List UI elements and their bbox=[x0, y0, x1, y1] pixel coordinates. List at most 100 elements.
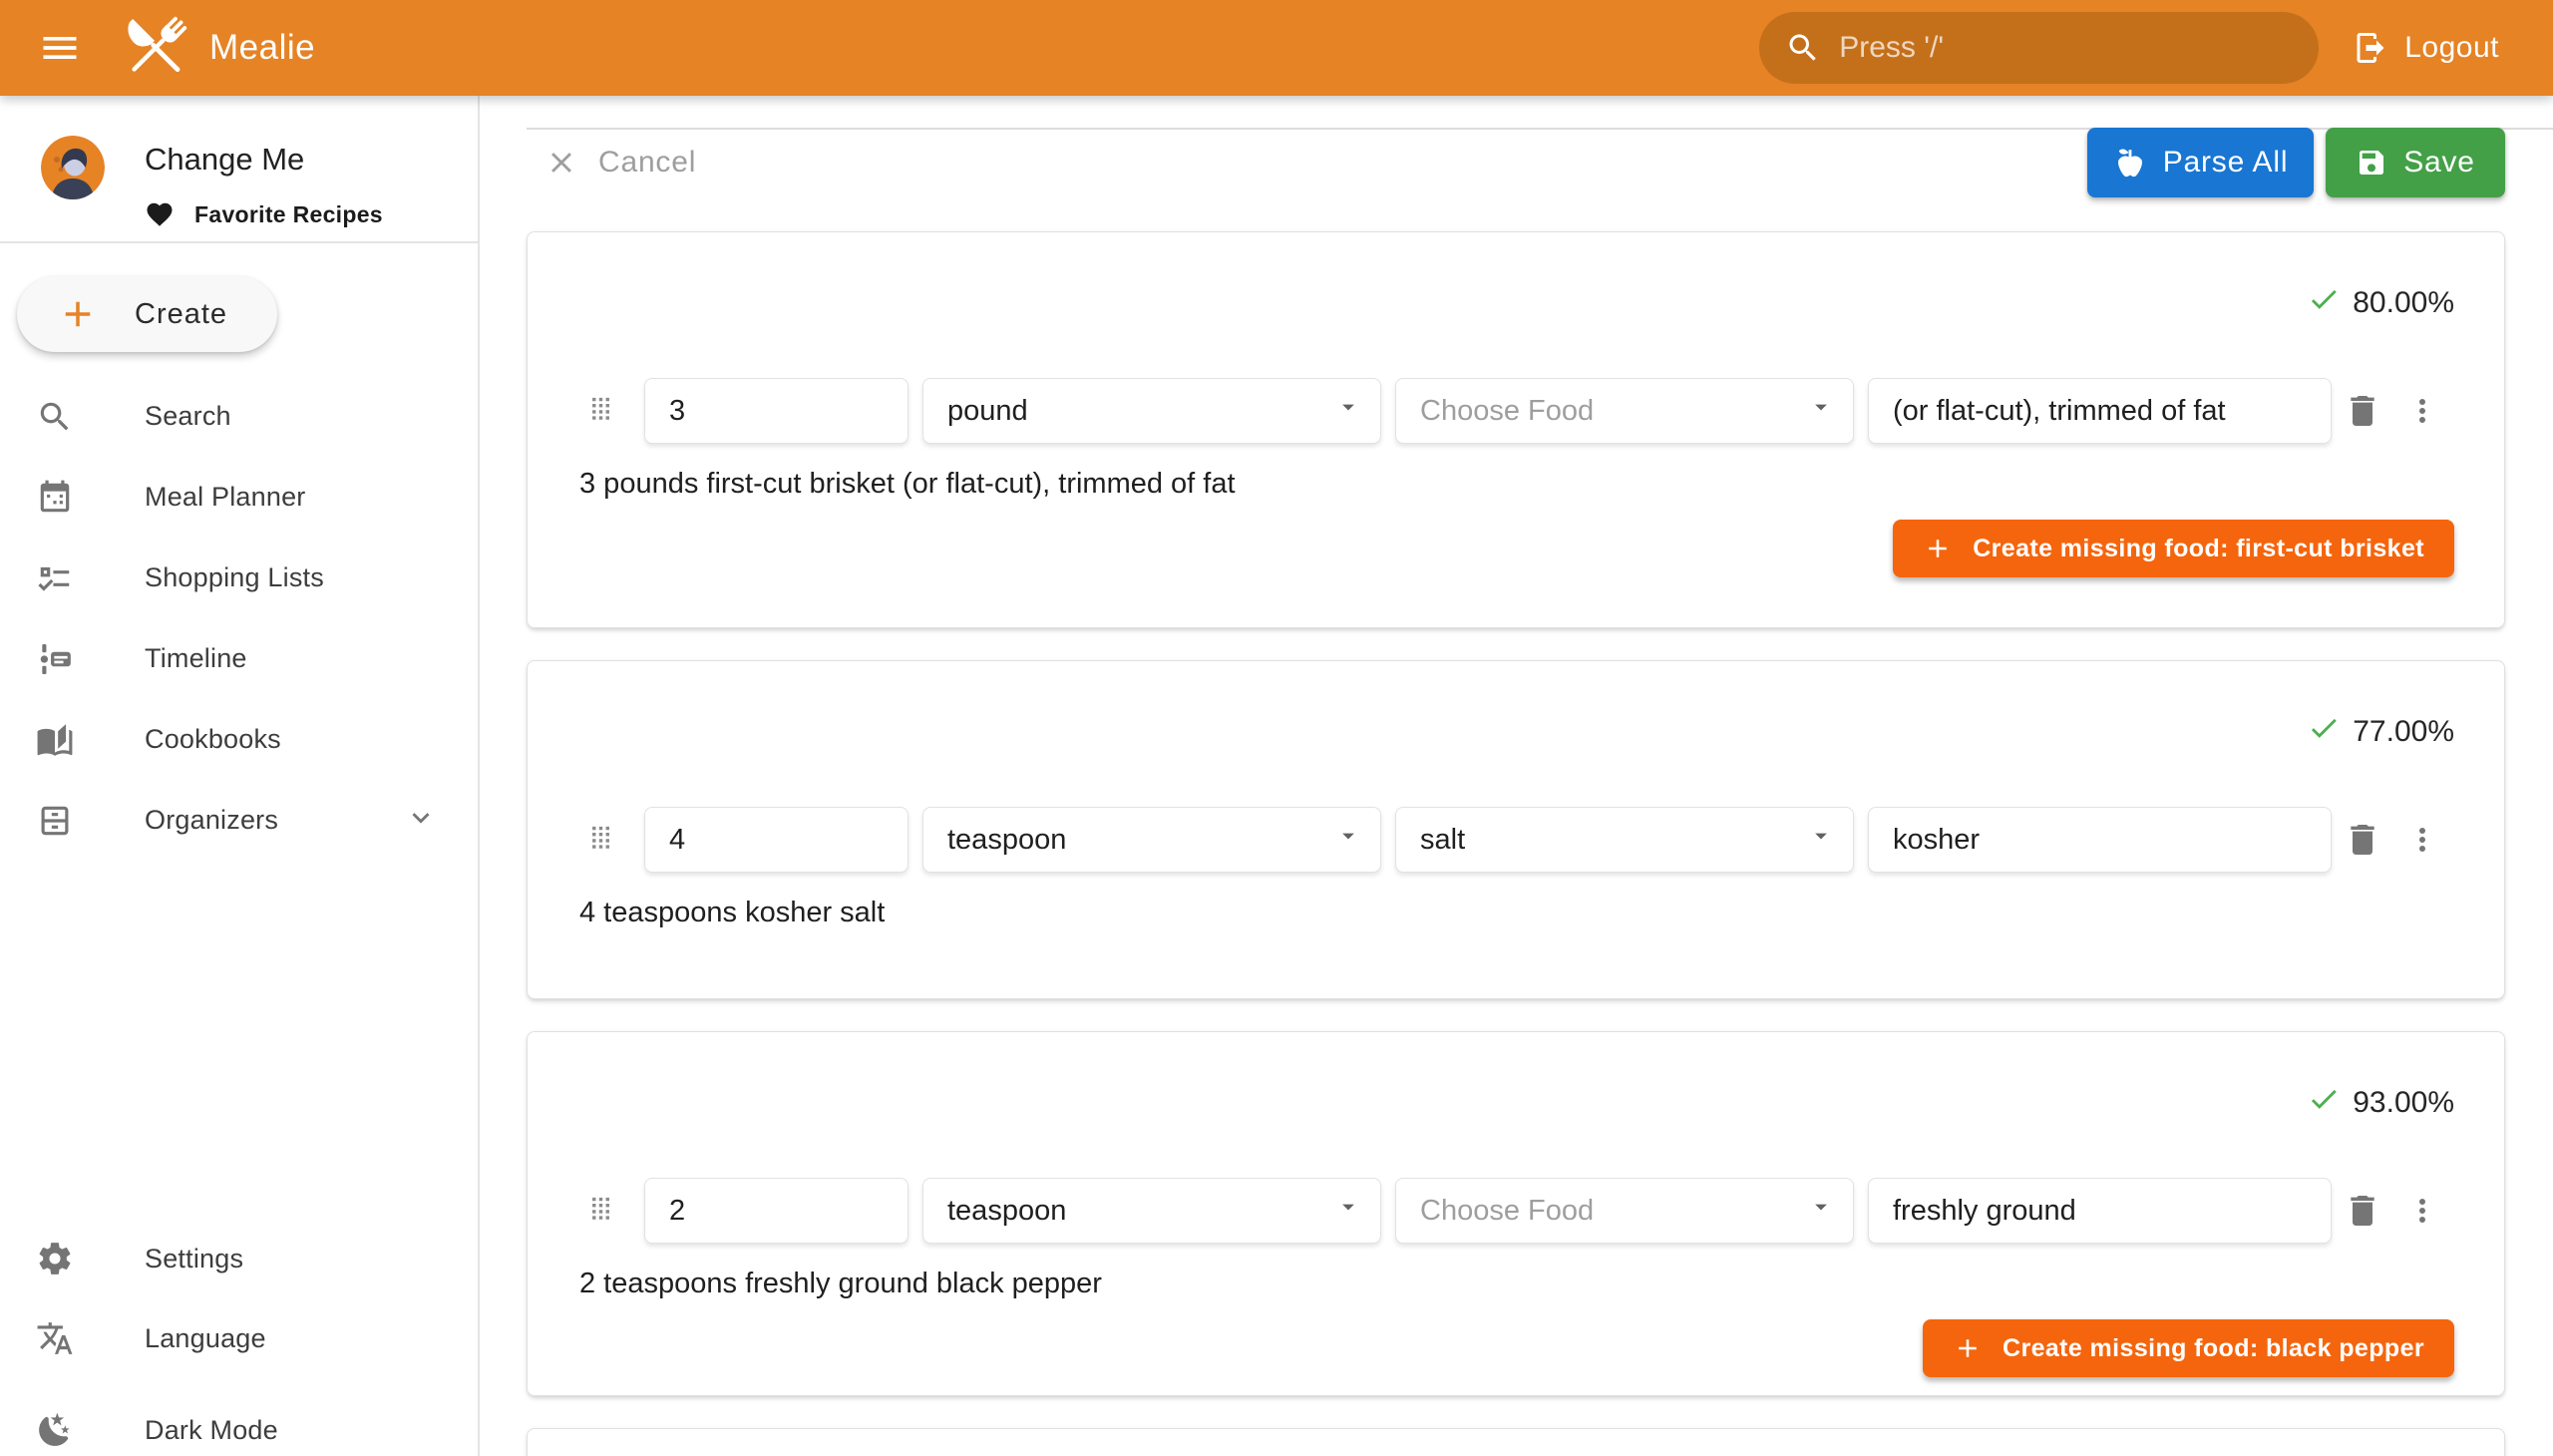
sidebar-item-shopping-lists[interactable]: Shopping Lists bbox=[0, 538, 478, 618]
sidebar-item-language[interactable]: Language bbox=[0, 1298, 478, 1378]
sidebar-item-organizers[interactable]: Organizers bbox=[0, 780, 478, 861]
confidence-value: 80.00% bbox=[2353, 286, 2454, 320]
quantity-input[interactable] bbox=[669, 824, 884, 857]
note-input[interactable] bbox=[1893, 824, 2307, 857]
caret-down-icon bbox=[1334, 393, 1362, 421]
sidebar-item-search[interactable]: Search bbox=[0, 376, 478, 457]
sidebar-item-meal-planner[interactable]: Meal Planner bbox=[0, 457, 478, 538]
logout-label: Logout bbox=[2404, 31, 2499, 65]
quantity-input[interactable] bbox=[669, 1195, 884, 1228]
close-icon bbox=[545, 146, 578, 180]
parse-all-label: Parse All bbox=[2163, 146, 2289, 180]
calendar-icon bbox=[36, 479, 74, 517]
sidebar-item-label: Meal Planner bbox=[145, 482, 306, 513]
timeline-icon bbox=[36, 640, 74, 678]
drag-handle[interactable] bbox=[587, 1195, 614, 1227]
quantity-input[interactable] bbox=[669, 395, 884, 428]
sidebar-footer-nav: Settings Language Dark Mode bbox=[0, 1219, 478, 1456]
parser-action-bar: Cancel Parse All Save bbox=[527, 128, 2505, 197]
create-missing-food-label: Create missing food: first-cut brisket bbox=[1973, 535, 2424, 563]
original-ingredient-text: 3 pounds first-cut brisket (or flat-cut)… bbox=[579, 468, 1236, 501]
drag-handle-icon bbox=[587, 1195, 614, 1222]
note-input[interactable] bbox=[1893, 395, 2307, 428]
create-button[interactable]: Create bbox=[17, 276, 277, 352]
create-missing-food-button[interactable]: Create missing food: first-cut brisket bbox=[1893, 520, 2454, 577]
unit-select[interactable]: teaspoon bbox=[922, 1178, 1381, 1244]
logout-icon bbox=[2353, 30, 2388, 66]
cancel-label: Cancel bbox=[598, 146, 696, 180]
ingredient-card: 77.00% teaspoon salt 4 teaspoons kosher … bbox=[527, 660, 2505, 999]
quantity-field bbox=[644, 1178, 909, 1244]
sidebar-item-label: Shopping Lists bbox=[145, 562, 324, 593]
mealie-logo-icon bbox=[116, 8, 195, 88]
app-header: Mealie Logout bbox=[0, 0, 2553, 96]
search-input[interactable] bbox=[1839, 31, 2293, 65]
note-field bbox=[1868, 378, 2332, 444]
parse-all-button[interactable]: Parse All bbox=[2087, 128, 2314, 197]
note-input[interactable] bbox=[1893, 1195, 2307, 1228]
delete-ingredient-button[interactable] bbox=[2343, 391, 2382, 431]
apple-icon bbox=[2113, 146, 2147, 180]
kebab-icon bbox=[2404, 1193, 2440, 1229]
sidebar-item-cookbooks[interactable]: Cookbooks bbox=[0, 699, 478, 780]
drag-handle-icon bbox=[587, 824, 614, 851]
sidebar-item-label: Cookbooks bbox=[145, 724, 281, 755]
sidebar: Change Me Favorite Recipes Create Search… bbox=[0, 96, 480, 1456]
original-ingredient-text: 4 teaspoons kosher salt bbox=[579, 897, 885, 929]
heart-icon bbox=[145, 199, 175, 229]
create-missing-food-label: Create missing food: black pepper bbox=[2003, 1334, 2424, 1363]
sidebar-item-dark-mode[interactable]: Dark Mode bbox=[0, 1390, 478, 1456]
search-icon bbox=[1785, 30, 1821, 66]
book-open-icon bbox=[36, 721, 74, 759]
logout-button[interactable]: Logout bbox=[2353, 30, 2499, 66]
unit-value: teaspoon bbox=[947, 1195, 1334, 1228]
confidence-value: 77.00% bbox=[2353, 715, 2454, 749]
drag-handle[interactable] bbox=[587, 395, 614, 427]
create-missing-food-button[interactable]: Create missing food: black pepper bbox=[1923, 1319, 2454, 1377]
sidebar-item-label: Language bbox=[145, 1323, 266, 1354]
sidebar-nav: Search Meal Planner Shopping Lists Timel… bbox=[0, 376, 478, 861]
main-content: Cancel Parse All Save 80.00% pound Choo bbox=[480, 96, 2553, 1456]
food-select[interactable]: Choose Food bbox=[1395, 378, 1854, 444]
favorite-recipes-link[interactable]: Favorite Recipes bbox=[145, 199, 383, 229]
global-search-bar[interactable] bbox=[1759, 12, 2319, 84]
ingredient-menu-button[interactable] bbox=[2404, 1193, 2440, 1229]
ingredient-menu-button[interactable] bbox=[2404, 393, 2440, 429]
delete-ingredient-button[interactable] bbox=[2343, 820, 2382, 860]
delete-ingredient-button[interactable] bbox=[2343, 1191, 2382, 1231]
note-field bbox=[1868, 1178, 2332, 1244]
drag-handle[interactable] bbox=[587, 824, 614, 856]
trash-icon bbox=[2343, 391, 2382, 431]
caret-down-icon bbox=[1807, 822, 1835, 850]
save-button[interactable]: Save bbox=[2326, 128, 2505, 197]
confidence-badge: 93.00% bbox=[2307, 1082, 2454, 1124]
unit-select[interactable]: pound bbox=[922, 378, 1381, 444]
search-icon bbox=[36, 398, 74, 436]
checklist-icon bbox=[36, 559, 74, 597]
trash-icon bbox=[2343, 820, 2382, 860]
food-value: Choose Food bbox=[1420, 395, 1807, 428]
ingredient-card: 80.00% pound Choose Food 3 pounds first-… bbox=[527, 231, 2505, 628]
cabinet-icon bbox=[36, 802, 74, 840]
food-select[interactable]: Choose Food bbox=[1395, 1178, 1854, 1244]
sidebar-item-settings[interactable]: Settings bbox=[0, 1219, 478, 1298]
moon-icon bbox=[36, 1411, 74, 1449]
sidebar-item-timeline[interactable]: Timeline bbox=[0, 618, 478, 699]
profile-block[interactable]: Change Me Favorite Recipes bbox=[41, 136, 383, 229]
hamburger-menu-icon[interactable] bbox=[28, 16, 92, 80]
plus-icon bbox=[1953, 1333, 1983, 1363]
ingredient-menu-button[interactable] bbox=[2404, 822, 2440, 858]
sidebar-item-label: Organizers bbox=[145, 805, 278, 836]
food-select[interactable]: salt bbox=[1395, 807, 1854, 873]
plus-icon bbox=[57, 293, 99, 335]
translate-icon bbox=[36, 1319, 74, 1357]
caret-down-icon bbox=[1334, 822, 1362, 850]
cancel-button[interactable]: Cancel bbox=[545, 128, 696, 197]
unit-select[interactable]: teaspoon bbox=[922, 807, 1381, 873]
drag-handle-icon bbox=[587, 395, 614, 422]
app-title: Mealie bbox=[209, 28, 315, 68]
original-ingredient-text: 2 teaspoons freshly ground black pepper bbox=[579, 1268, 1102, 1300]
confidence-badge: 80.00% bbox=[2307, 282, 2454, 324]
gear-icon bbox=[36, 1240, 74, 1277]
quantity-field bbox=[644, 807, 909, 873]
